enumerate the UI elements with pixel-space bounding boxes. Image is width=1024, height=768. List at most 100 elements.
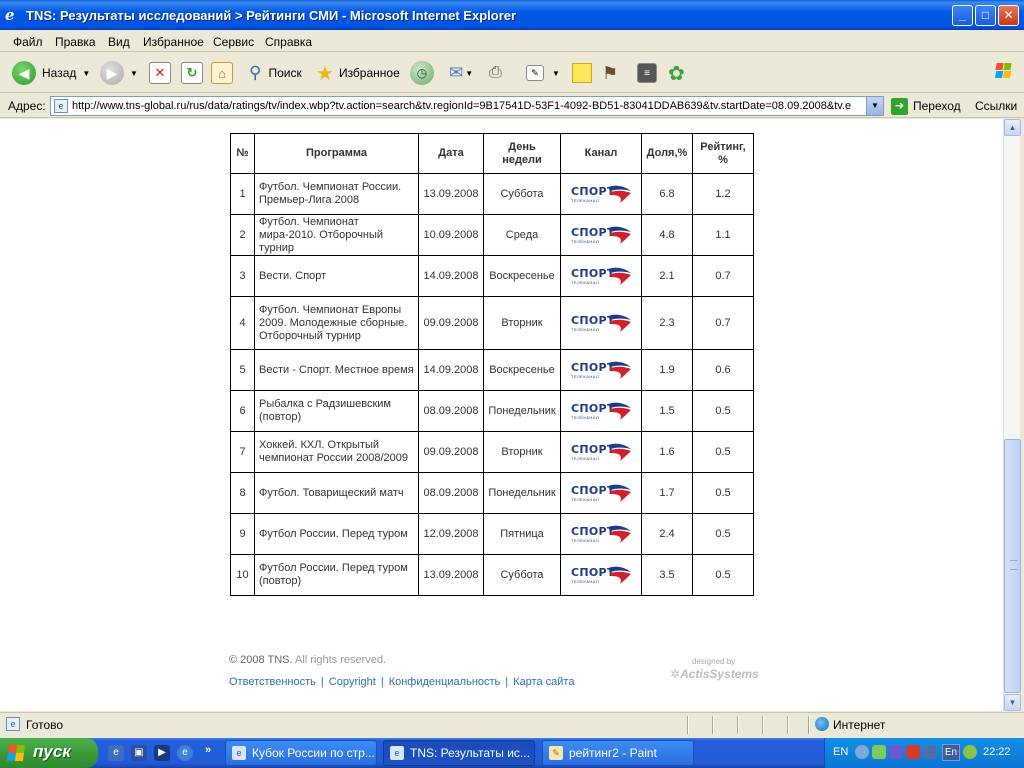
stop-button[interactable]: ✕ <box>149 59 171 87</box>
language-indicator[interactable]: En <box>942 744 960 761</box>
forward-dropdown-icon[interactable]: ▼ <box>130 69 138 78</box>
footer-link-copyright[interactable]: Copyright <box>329 676 376 688</box>
scroll-up-icon[interactable]: ▲ <box>1004 119 1021 136</box>
address-dropdown-icon[interactable]: ▼ <box>866 97 883 115</box>
logo-subtext: ТЕЛЕКАНАЛ <box>571 415 600 420</box>
cell-number: 8 <box>230 472 255 514</box>
address-input[interactable]: e http://www.tns-global.ru/rus/data/rati… <box>50 96 884 116</box>
printer-icon: ⎙ <box>489 64 502 81</box>
flag-swoosh-icon <box>608 185 631 203</box>
edit-button[interactable]: ✎ ▼ <box>526 59 560 87</box>
cell-weekday: Среда <box>483 214 561 256</box>
menu-edit[interactable]: Правка <box>55 35 96 49</box>
tray-app-icon[interactable] <box>889 745 903 759</box>
scroll-thumb[interactable] <box>1004 439 1021 693</box>
cell-rating: 0.7 <box>692 255 754 297</box>
footer-link-responsibility[interactable]: Ответственность <box>229 676 316 688</box>
sport-channel-logo: СПОРТ ТЕЛЕКАНАЛ <box>570 224 632 246</box>
vertical-scrollbar[interactable]: ▲ ▼ <box>1003 119 1021 711</box>
quicklaunch-more-icon[interactable]: » <box>205 744 211 756</box>
cell-number: 3 <box>230 255 255 297</box>
logo-subtext: ТЕЛЕКАНАЛ <box>571 280 600 285</box>
sport-channel-logo: СПОРТ ТЕЛЕКАНАЛ <box>570 564 632 586</box>
history-button[interactable]: ◷ <box>410 59 434 87</box>
start-label: пуск <box>33 742 71 761</box>
cell-program: Футбол России. Перед туром <box>254 513 419 555</box>
task-kubok[interactable]: e Кубок России по стр... <box>225 740 377 766</box>
menu-view[interactable]: Вид <box>108 35 130 49</box>
note-button[interactable] <box>572 59 592 87</box>
ql-explorer-icon[interactable]: e <box>108 745 124 761</box>
address-url[interactable]: http://www.tns-global.ru/rus/data/rating… <box>72 100 862 112</box>
close-button[interactable]: ✕ <box>998 5 1019 26</box>
tray-monitor-icon[interactable] <box>923 745 937 759</box>
tray-network-icon[interactable] <box>872 745 886 759</box>
research-button[interactable]: ⚑ <box>602 59 618 87</box>
cell-date: 08.09.2008 <box>418 472 484 514</box>
tray-icq-icon[interactable] <box>963 745 977 759</box>
menu-help[interactable]: Справка <box>265 35 312 49</box>
menu-file[interactable]: Файл <box>13 35 43 49</box>
menu-bar: Файл Правка Вид Избранное Сервис Справка <box>0 30 1024 78</box>
designer-name: ActisSystems <box>680 667 759 681</box>
cell-channel: СПОРТ ТЕЛЕКАНАЛ <box>560 349 642 391</box>
flag-swoosh-icon <box>608 361 631 379</box>
ql-media-player-icon[interactable]: ▶ <box>154 745 170 761</box>
footer-link-privacy[interactable]: Конфиденциальность <box>389 676 501 688</box>
cell-rating: 0.5 <box>692 390 754 432</box>
ql-ie-icon[interactable]: e <box>177 745 193 761</box>
icq-button[interactable]: ✿ <box>668 59 685 87</box>
flag-swoosh-icon <box>608 226 631 244</box>
task-label: Кубок России по стр... <box>252 746 375 760</box>
footer-link-sitemap[interactable]: Карта сайта <box>513 676 574 688</box>
sport-channel-logo: СПОРТ ТЕЛЕКАНАЛ <box>570 312 632 334</box>
header-program: Программа <box>254 133 419 174</box>
forward-button[interactable]: ▶ ▼ <box>100 59 138 87</box>
ql-save-icon[interactable]: ▣ <box>131 745 147 761</box>
edit-dropdown-icon[interactable]: ▼ <box>552 69 560 78</box>
cell-rating: 0.5 <box>692 554 754 596</box>
table-row: 8 Футбол. Товарищеский матч 08.09.2008 Поне… <box>230 472 754 514</box>
tray-flash-icon[interactable] <box>906 745 920 759</box>
scroll-down-icon[interactable]: ▼ <box>1004 694 1021 711</box>
cell-program: Футбол. Чемпионат Европы 2009. Молодежны… <box>254 296 419 350</box>
cell-weekday: Воскресенье <box>483 349 561 391</box>
table-row: 1 Футбол. Чемпионат России. Премьер-Лига … <box>230 173 754 215</box>
go-button[interactable]: ➔ Переход <box>891 96 961 116</box>
cell-share: 1.6 <box>641 431 693 473</box>
links-button[interactable]: Ссылки <box>975 99 1017 113</box>
menu-favorites[interactable]: Избранное <box>143 35 204 49</box>
print-button[interactable]: ⎙ <box>489 59 502 87</box>
cell-rating: 0.7 <box>692 296 754 350</box>
mail-dropdown-icon[interactable]: ▼ <box>465 69 473 78</box>
cell-channel: СПОРТ ТЕЛЕКАНАЛ <box>560 214 642 256</box>
favorites-button[interactable]: ★ Избранное <box>316 59 400 87</box>
logo-subtext: ТЕЛЕКАНАЛ <box>571 198 600 203</box>
cell-weekday: Суббота <box>483 554 561 596</box>
minimize-button[interactable]: _ <box>952 5 973 26</box>
tray-back-icon[interactable] <box>855 745 869 759</box>
start-button[interactable]: пуск <box>0 738 98 768</box>
sport-channel-logo: СПОРТ ТЕЛЕКАНАЛ <box>570 523 632 545</box>
favorites-label: Избранное <box>338 66 400 80</box>
menu-tools[interactable]: Сервис <box>213 35 254 49</box>
task-paint[interactable]: ✎ рейтинг2 - Paint <box>542 740 694 766</box>
task-tns[interactable]: e TNS: Результаты ис... <box>383 740 535 766</box>
actis-swirl-icon: ✲ <box>670 667 681 681</box>
cell-share: 2.3 <box>641 296 693 350</box>
home-button[interactable]: ⌂ <box>211 59 233 87</box>
back-button[interactable]: ◀ Назад ▼ <box>12 59 90 87</box>
media-button[interactable]: ≡ <box>637 59 657 87</box>
language-label[interactable]: EN <box>833 746 848 758</box>
cell-number: 4 <box>230 296 255 350</box>
designed-by: designed by <box>692 657 736 666</box>
refresh-button[interactable]: ↻ <box>181 59 203 87</box>
search-button[interactable]: ⚲ Поиск <box>249 59 302 87</box>
back-dropdown-icon[interactable]: ▼ <box>82 69 90 78</box>
designer-logo[interactable]: ✲ActisSystems <box>670 667 759 681</box>
maximize-button[interactable]: □ <box>975 5 996 26</box>
title-bar[interactable]: e TNS: Результаты исследований > Рейтинг… <box>0 0 1024 30</box>
cell-date: 14.09.2008 <box>418 255 484 297</box>
mail-button[interactable]: ✉ ▼ <box>449 59 473 87</box>
stop-icon: ✕ <box>149 62 171 84</box>
